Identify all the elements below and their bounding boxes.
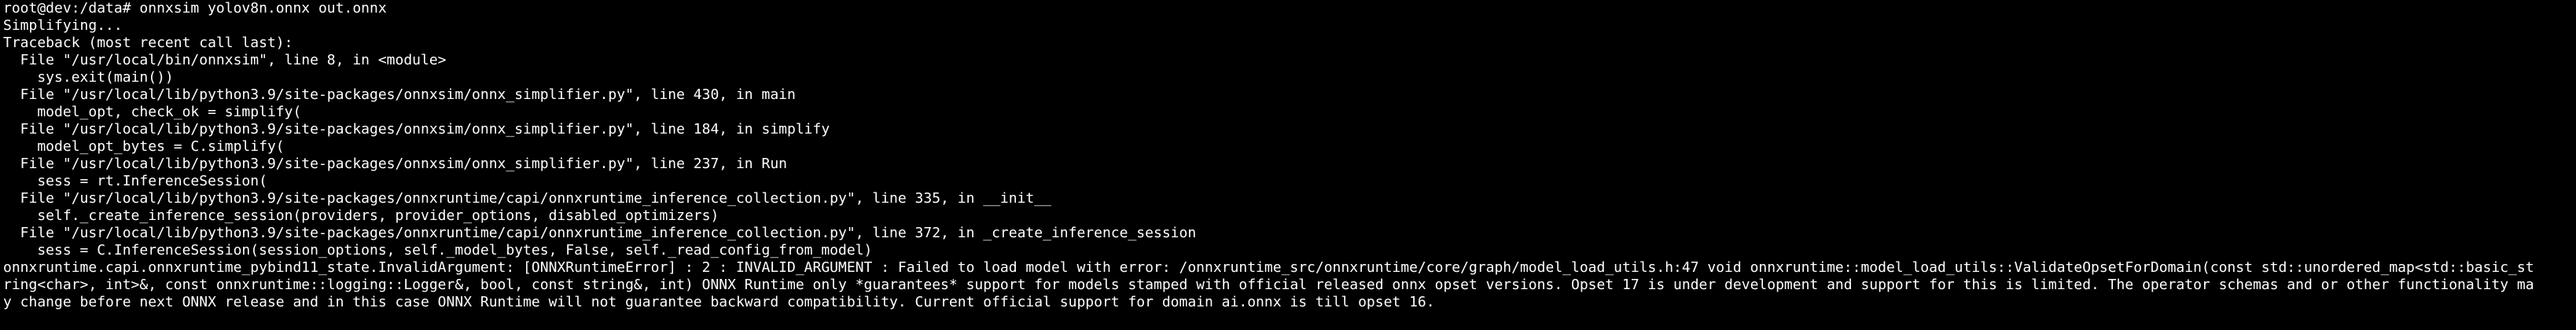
- terminal-line: File "/usr/local/lib/python3.9/site-pack…: [3, 156, 787, 172]
- terminal-line: File "/usr/local/lib/python3.9/site-pack…: [3, 190, 1051, 207]
- terminal-line: Traceback (most recent call last):: [3, 35, 293, 51]
- terminal-line: sess = C.InferenceSession(session_option…: [3, 242, 873, 258]
- terminal-line: File "/usr/local/lib/python3.9/site-pack…: [3, 121, 830, 138]
- terminal-line: Simplifying...: [3, 17, 123, 34]
- terminal-line-error: onnxruntime.capi.onnxruntime_pybind11_st…: [3, 259, 2534, 276]
- terminal-line: sys.exit(main()): [3, 69, 174, 86]
- terminal-line-error: y change before next ONNX release and in…: [3, 294, 1435, 310]
- terminal-line-error: ring<char>, int>&, const onnxruntime::lo…: [3, 277, 2534, 293]
- terminal-line: File "/usr/local/lib/python3.9/site-pack…: [3, 86, 796, 103]
- terminal-window[interactable]: root@dev:/data# onnxsim yolov8n.onnx out…: [0, 0, 2576, 330]
- terminal-line-command: root@dev:/data# onnxsim yolov8n.onnx out…: [3, 0, 387, 16]
- terminal-line: File "/usr/local/bin/onnxsim", line 8, i…: [3, 52, 447, 68]
- terminal-line: self._create_inference_session(providers…: [3, 207, 719, 224]
- terminal-line: sess = rt.InferenceSession(: [3, 173, 267, 189]
- terminal-line: model_opt_bytes = C.simplify(: [3, 138, 285, 155]
- terminal-line: model_opt, check_ok = simplify(: [3, 104, 302, 120]
- terminal-line: File "/usr/local/lib/python3.9/site-pack…: [3, 225, 1197, 241]
